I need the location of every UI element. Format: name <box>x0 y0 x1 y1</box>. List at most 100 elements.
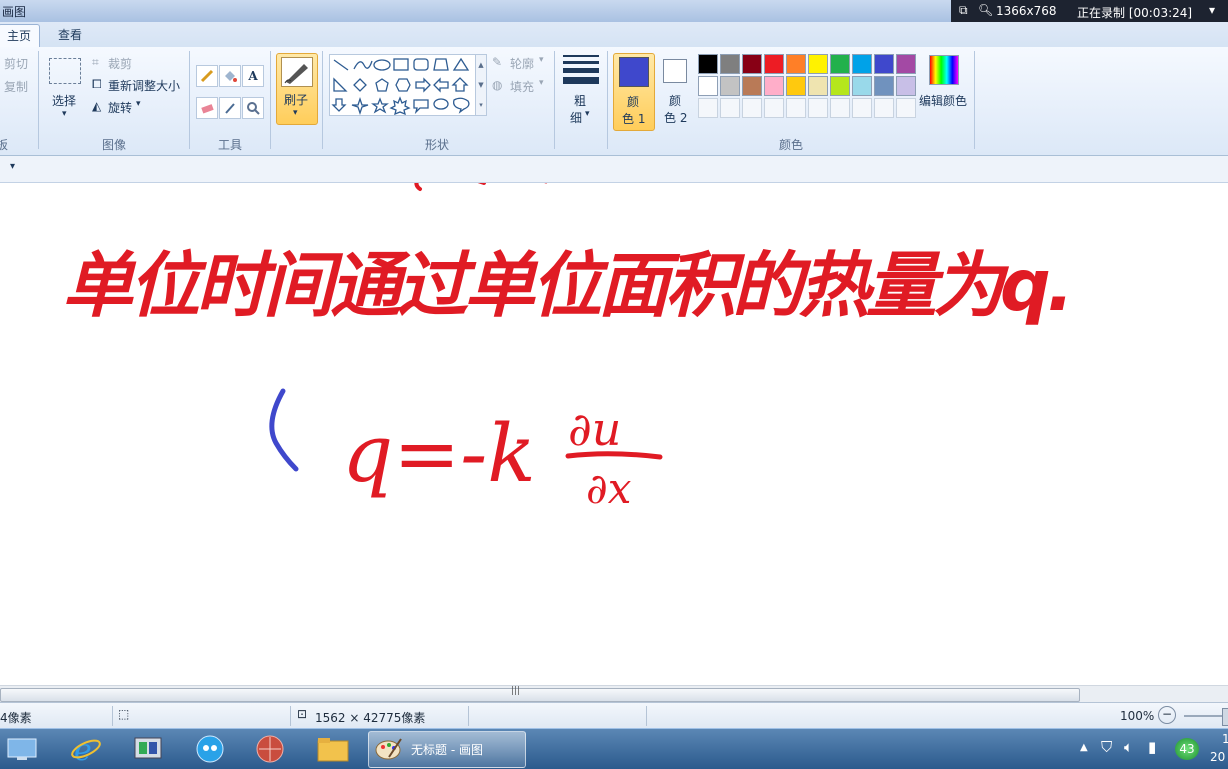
fill-button[interactable]: 填充 <box>510 78 534 95</box>
edit-colors-icon[interactable] <box>929 55 959 85</box>
palette-swatch[interactable] <box>808 54 828 74</box>
search-icon[interactable]: 🔍︎ <box>978 3 993 17</box>
recording-app-icon[interactable]: ▮ <box>1148 738 1156 756</box>
fill-dropdown-icon[interactable]: ▾ <box>539 78 544 88</box>
drawing-canvas[interactable]: 单位时间通过单位面积的热量为q. q=-k ∂u ∂x <box>0 183 1228 685</box>
palette-swatch[interactable] <box>874 76 894 96</box>
crop-icon: ⌗ <box>92 55 99 69</box>
cut-button[interactable]: 剪切 <box>4 55 28 72</box>
taskbar-paint-button[interactable]: 无标题 - 画图 <box>368 731 526 768</box>
palette-swatch[interactable] <box>874 54 894 74</box>
select-button[interactable]: 选择 <box>52 92 76 109</box>
palette-swatch[interactable] <box>720 54 740 74</box>
tray-expand-icon[interactable]: ▲ <box>1080 742 1088 753</box>
tray-counter-badge[interactable]: 43 <box>1175 738 1199 760</box>
size-label-2[interactable]: 细 <box>570 109 582 126</box>
color2-swatch <box>663 59 687 83</box>
palette-swatch[interactable] <box>808 76 828 96</box>
palette-swatch-empty[interactable] <box>896 98 916 118</box>
fill-icon: ◍ <box>492 78 503 92</box>
chat-app-icon[interactable] <box>190 733 230 765</box>
clipboard-group-label: 板 <box>0 138 9 152</box>
window-title: 画图 <box>2 5 27 19</box>
palette-swatch-empty[interactable] <box>720 98 740 118</box>
palette-swatch[interactable] <box>742 54 762 74</box>
palette-swatch[interactable] <box>830 54 850 74</box>
zoom-slider-thumb[interactable] <box>1222 708 1228 726</box>
select-dropdown-icon[interactable]: ▾ <box>62 109 67 119</box>
recorder-status: 正在录制 [00:03:24] <box>1077 6 1193 20</box>
quick-access-bar: ▾ <box>0 156 1228 183</box>
palette-swatch[interactable] <box>698 76 718 96</box>
fill-bucket-icon[interactable] <box>219 65 241 87</box>
copy-button[interactable]: 复制 <box>4 78 28 95</box>
pencil-icon[interactable] <box>196 65 218 87</box>
palette-swatch-empty[interactable] <box>874 98 894 118</box>
brushes-button[interactable]: 刷子 ▾ <box>276 53 318 125</box>
rotate-button[interactable]: 旋转 <box>108 99 132 116</box>
eraser-icon[interactable] <box>196 97 218 119</box>
palette-swatch-empty[interactable] <box>808 98 828 118</box>
scroll-thumb[interactable]: ||| <box>0 686 1080 702</box>
palette-swatch-empty[interactable] <box>764 98 784 118</box>
palette-swatch[interactable] <box>830 76 850 96</box>
resize-button[interactable]: 重新调整大小 <box>108 77 180 94</box>
rotate-icon: ◭ <box>92 99 102 113</box>
outline-dropdown-icon[interactable]: ▾ <box>539 55 544 65</box>
volume-icon[interactable]: 🔈︎ <box>1124 738 1133 756</box>
shapes-group-label: 形状 <box>425 138 450 152</box>
fraction-numerator: ∂u <box>568 402 622 456</box>
text-tool-icon[interactable]: A <box>242 65 264 87</box>
tab-home[interactable]: 主页 <box>0 24 41 48</box>
customize-dropdown-icon[interactable]: ▾ <box>10 161 15 172</box>
fraction-denominator: ∂x <box>586 464 632 513</box>
color1-button[interactable]: 颜 色 1 <box>613 53 655 131</box>
security-shield-icon[interactable]: ⛉ <box>1101 738 1112 756</box>
tab-view[interactable]: 查看 <box>50 24 90 47</box>
magnifier-icon[interactable] <box>242 97 264 119</box>
palette-swatch[interactable] <box>720 76 740 96</box>
rotate-dropdown-icon[interactable]: ▾ <box>136 99 141 109</box>
palette-swatch[interactable] <box>698 54 718 74</box>
palette-swatch-empty[interactable] <box>852 98 872 118</box>
file-explorer-icon[interactable] <box>313 733 353 765</box>
shapes-gallery[interactable] <box>329 54 477 116</box>
palette-swatch[interactable] <box>852 76 872 96</box>
palette-swatch[interactable] <box>786 54 806 74</box>
shapes-scroll[interactable]: ▲ ▼ ▾ <box>475 54 487 116</box>
size-lines-icon[interactable] <box>563 55 599 84</box>
color-palette <box>698 54 918 120</box>
paint-app-icon <box>375 737 403 764</box>
size-label-1[interactable]: 粗 <box>574 92 586 109</box>
select-icon[interactable] <box>49 58 81 84</box>
clock-line-2[interactable]: 20 <box>1210 750 1225 764</box>
chevron-down-icon[interactable]: ▾ <box>1209 3 1215 17</box>
selection-size-icon: ⬚ <box>118 707 130 721</box>
palette-swatch-empty[interactable] <box>786 98 806 118</box>
palette-swatch[interactable] <box>764 54 784 74</box>
palette-swatch[interactable] <box>896 76 916 96</box>
color2-button[interactable]: 颜 色 2 <box>658 53 694 129</box>
server-manager-icon[interactable] <box>128 733 168 765</box>
clock-line-1[interactable]: 1 <box>1222 732 1228 746</box>
outline-button[interactable]: 轮廓 <box>510 55 534 72</box>
zoom-out-icon[interactable]: − <box>1158 706 1176 724</box>
horizontal-scrollbar[interactable]: ||| <box>0 685 1228 703</box>
palette-swatch[interactable] <box>852 54 872 74</box>
edit-colors-button[interactable]: 编辑颜色 <box>919 92 967 109</box>
palette-swatch[interactable] <box>896 54 916 74</box>
palette-swatch[interactable] <box>764 76 784 96</box>
color-picker-icon[interactable] <box>219 97 241 119</box>
show-desktop-icon[interactable] <box>2 733 42 765</box>
palette-swatch-empty[interactable] <box>742 98 762 118</box>
restore-icon[interactable]: ⧉ <box>959 3 968 18</box>
ie-browser-icon[interactable]: e <box>66 733 106 765</box>
palette-swatch-empty[interactable] <box>698 98 718 118</box>
size-dropdown-icon[interactable]: ▾ <box>585 109 590 119</box>
recorder-resolution: 1366x768 <box>996 4 1057 18</box>
palette-swatch[interactable] <box>786 76 806 96</box>
crop-button[interactable]: 裁剪 <box>108 55 132 72</box>
palette-swatch[interactable] <box>742 76 762 96</box>
palette-swatch-empty[interactable] <box>830 98 850 118</box>
app-globe-icon[interactable] <box>250 733 290 765</box>
